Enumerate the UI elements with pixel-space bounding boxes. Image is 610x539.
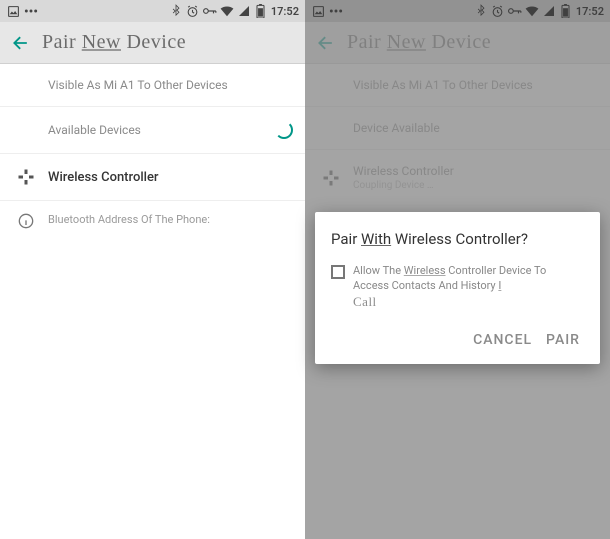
dialog-title: Pair With Wireless Controller? (331, 230, 584, 248)
bt-address-label: Bluetooth Address Of The Phone: (48, 213, 210, 226)
key-icon (203, 4, 217, 18)
consent-checkbox[interactable] (331, 265, 345, 279)
pair-dialog: Pair With Wireless Controller? Allow The… (315, 212, 600, 364)
signal-icon (237, 4, 251, 18)
cancel-button[interactable]: CANCEL (469, 326, 536, 354)
screen-pair-dialog: 17:52 Pair New Device Visible As Mi A1 T… (305, 0, 610, 539)
back-arrow-icon[interactable] (10, 32, 32, 54)
pair-button[interactable]: PAIR (542, 326, 584, 354)
page-title: Pair New Device (42, 31, 186, 54)
device-name: Wireless Controller (48, 170, 159, 185)
gamepad-icon (12, 168, 40, 186)
alarm-icon (186, 4, 200, 18)
screen-pair-list: 17:52 Pair New Device Visible As Mi A1 T… (0, 0, 305, 539)
app-bar: Pair New Device (0, 22, 305, 64)
visible-as-row: Visible As Mi A1 To Other Devices (0, 64, 305, 107)
info-icon (12, 213, 40, 229)
loading-spinner-icon (275, 121, 293, 139)
image-icon (6, 4, 20, 18)
device-row[interactable]: Wireless Controller (0, 154, 305, 201)
wifi-icon (220, 4, 234, 18)
more-icon (24, 4, 38, 18)
clock-text: 17:52 (271, 5, 299, 18)
available-devices-header: Available Devices (0, 107, 305, 154)
status-bar: 17:52 (0, 0, 305, 22)
battery-icon (254, 4, 268, 18)
bt-address-row: Bluetooth Address Of The Phone: (0, 201, 305, 241)
consent-text: Allow The Wireless Controller Device To … (353, 264, 584, 310)
bluetooth-icon (169, 4, 183, 18)
